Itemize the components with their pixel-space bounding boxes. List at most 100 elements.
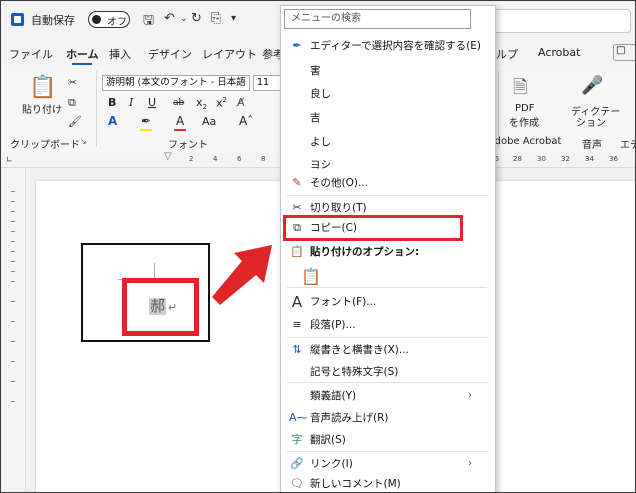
menu-item-label: よし <box>310 136 331 148</box>
menu-item-paragraph[interactable]: ≡ 段落(P)... <box>280 314 496 336</box>
read-aloud-icon: A⁓ <box>289 411 308 424</box>
menu-item-new-comment[interactable]: 🗨 新しいコメント(M) <box>280 473 496 492</box>
format-painter-icon[interactable]: ⎘ <box>211 11 221 26</box>
dictate-icon[interactable]: 🎤 <box>581 75 603 96</box>
create-pdf-icon[interactable]: 🗎 <box>513 75 527 105</box>
ruler-tick <box>11 261 15 262</box>
menu-item-suggestion[interactable]: 害 <box>280 60 496 82</box>
text-effects-button[interactable]: A <box>108 114 117 128</box>
ruler-tick <box>11 241 15 242</box>
copy-icon[interactable]: ⧉ <box>68 96 76 110</box>
pen-icon: ✒ <box>292 39 302 52</box>
subscript-button[interactable]: x2 <box>196 96 207 111</box>
word-window: 自動保存 オフ 🖫 ↶ ⌄ ↻ ⎘ ▾ ファイル ホーム 挿入 デザイン レイア… <box>0 0 636 493</box>
undo-icon[interactable]: ↶ <box>164 11 175 26</box>
clipboard-launcher-icon[interactable]: ↘ <box>80 137 87 146</box>
annotation-arrow-icon <box>212 245 272 305</box>
menu-item-label: エディターで選択内容を確認する(E) <box>310 40 481 52</box>
copy-highlight-box <box>283 215 463 241</box>
menu-item-synonyms[interactable]: 類義語(Y) › <box>280 385 496 407</box>
menu-item-label: 良し <box>310 88 331 100</box>
tab-home[interactable]: ホーム <box>66 46 99 62</box>
create-pdf-label-2[interactable]: を作成 <box>509 114 539 129</box>
tab-insert[interactable]: 挿入 <box>109 46 131 62</box>
toggle-knob <box>92 15 101 24</box>
vertical-ruler[interactable] <box>1 168 26 492</box>
editor-group-label: エデ <box>620 140 635 151</box>
paste-label[interactable]: 貼り付け <box>22 101 62 116</box>
font-color-bar <box>174 129 186 131</box>
ruler-tick <box>11 231 15 232</box>
tab-selector-icon[interactable]: ∟ <box>6 155 13 164</box>
ruler-number: 8 <box>261 155 266 163</box>
menu-item-font[interactable]: A フォント(F)... <box>280 291 496 313</box>
menu-item-editor-check[interactable]: ✒ エディターで選択内容を確認する(E) <box>280 35 496 57</box>
font-color-button[interactable]: A <box>176 114 184 128</box>
paragraph-icon: ≡ <box>292 318 302 331</box>
menu-separator <box>287 195 487 196</box>
save-icon[interactable]: 🖫 <box>143 11 154 33</box>
submenu-chevron-icon: › <box>468 458 472 469</box>
font-icon: A <box>291 293 303 311</box>
italic-button[interactable]: I <box>129 96 133 109</box>
cut-icon[interactable]: ✂ <box>68 76 77 89</box>
tab-acrobat[interactable]: Acrobat <box>538 46 580 59</box>
menu-item-label: 段落(P)... <box>310 319 356 331</box>
ruler-tick <box>11 201 15 202</box>
customize-toolbar-icon[interactable]: ▾ <box>231 13 236 24</box>
autosave-toggle[interactable]: オフ <box>88 11 130 28</box>
comment-icon: 🗨 <box>290 477 304 490</box>
indent-marker-icon[interactable]: ▽ <box>164 151 172 162</box>
translate-icon: 字 <box>291 433 303 446</box>
underline-button[interactable]: U <box>148 96 156 109</box>
menu-item-paste-options: 📋 貼り付けのオプション: <box>280 241 496 263</box>
menu-item-text-direction[interactable]: ⇅ 縦書きと横書き(X)... <box>280 339 496 361</box>
comment-button[interactable]: □ <box>613 44 635 61</box>
menu-item-link[interactable]: 🔗 リンク(I) › <box>280 453 496 475</box>
font-size-select[interactable]: 11 <box>253 75 283 91</box>
menu-item-read-aloud[interactable]: A⁓ 音声読み上げ(R) <box>280 407 496 429</box>
bold-button[interactable]: B <box>108 96 116 109</box>
menu-item-translate[interactable]: 字 翻訳(S) <box>280 429 496 451</box>
paste-icon[interactable]: 📋 <box>29 75 56 100</box>
ruler-tick <box>11 271 15 272</box>
tab-layout[interactable]: レイアウト <box>202 46 257 62</box>
paste-icon: 📋 <box>290 245 304 258</box>
tab-design[interactable]: デザイン <box>148 46 192 62</box>
ruler-number: 2 <box>189 155 194 163</box>
font-name-select[interactable]: 游明朝 (本文のフォント - 日本語 <box>102 75 250 91</box>
create-pdf-label-1[interactable]: PDF <box>515 103 534 114</box>
ruler-number: 28 <box>513 155 522 163</box>
dictate-label-2[interactable]: ション <box>576 114 606 129</box>
menu-item-label: その他(O)... <box>310 177 368 189</box>
menu-item-label: 記号と特殊文字(S) <box>310 366 399 378</box>
format-painter-ribbon-icon[interactable]: 🖌 <box>68 115 82 128</box>
paste-option-icon[interactable]: 📋 <box>301 267 321 286</box>
ruler-number: 30 <box>537 155 546 163</box>
menu-item-symbols[interactable]: 記号と特殊文字(S) <box>280 361 496 383</box>
grow-font-button[interactable]: Aˆ <box>239 114 253 128</box>
strikethrough-button[interactable]: ab <box>173 98 184 108</box>
menu-item-label: リンク(I) <box>310 458 353 470</box>
word-app-icon <box>11 13 24 26</box>
undo-dropdown-icon[interactable]: ⌄ <box>180 14 188 24</box>
clear-formatting-button[interactable]: A̸ <box>237 96 245 109</box>
menu-item-suggestion[interactable]: 良し <box>280 83 496 105</box>
ruler-tick <box>11 361 15 362</box>
tab-file[interactable]: ファイル <box>9 46 53 62</box>
highlight-button[interactable]: ✒ <box>141 114 151 128</box>
superscript-button[interactable]: x2 <box>216 96 227 110</box>
menu-item-label: 翻訳(S) <box>310 434 346 446</box>
menu-item-label: 貼り付けのオプション: <box>310 246 420 258</box>
menu-item-label: フォント(F)... <box>310 296 377 308</box>
more-icon: ✎ <box>292 176 302 189</box>
redo-icon[interactable]: ↻ <box>191 11 202 26</box>
menu-item-suggestion[interactable]: よし <box>280 131 496 153</box>
ruler-tick <box>11 301 15 302</box>
menu-search-input[interactable]: メニューの検索 <box>284 9 471 29</box>
menu-item-more[interactable]: ✎ その他(O)... <box>280 172 496 194</box>
ruler-tick <box>11 321 15 322</box>
change-case-button[interactable]: Aa <box>202 115 216 128</box>
menu-item-suggestion[interactable]: 吉 <box>280 107 496 129</box>
acrobat-group-label: Adobe Acrobat <box>488 136 562 147</box>
